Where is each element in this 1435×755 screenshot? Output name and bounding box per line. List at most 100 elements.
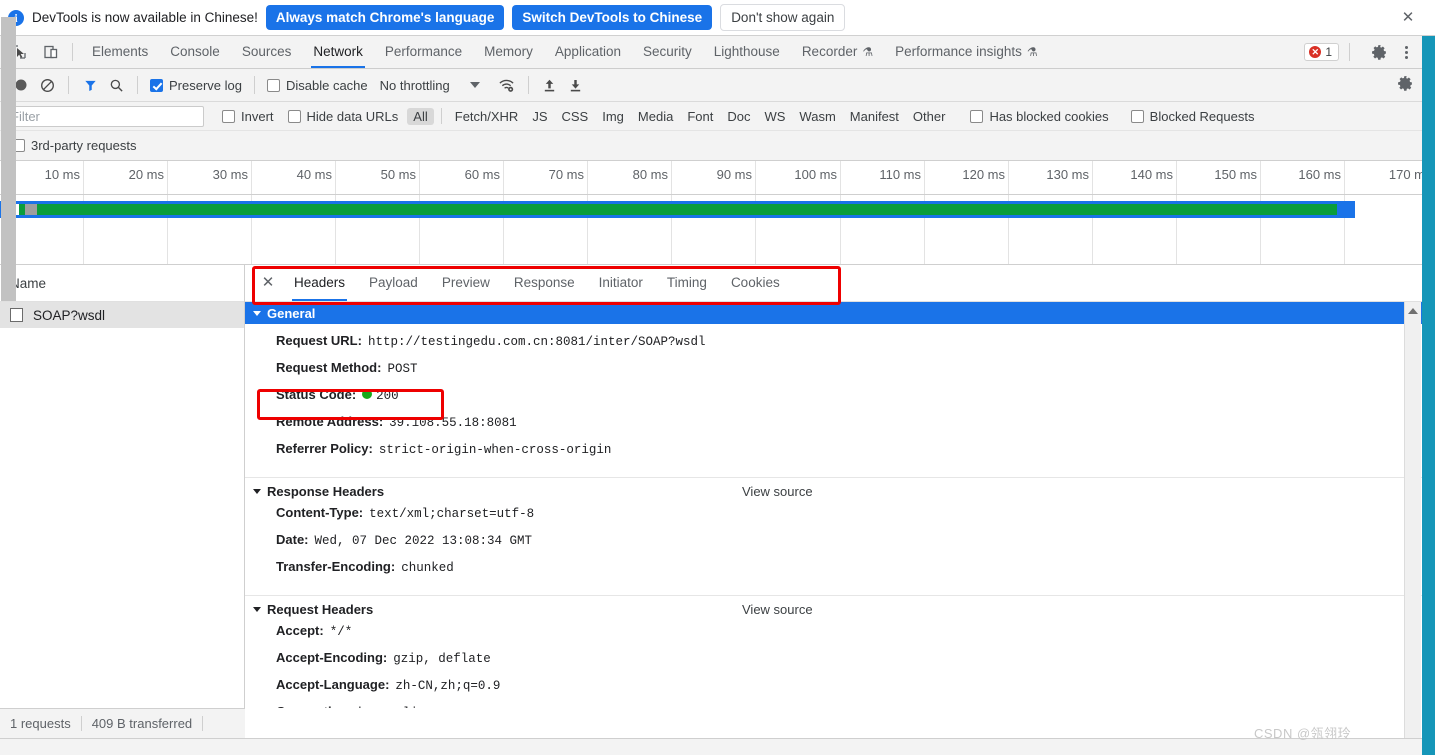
tab-lighthouse[interactable]: Lighthouse (703, 36, 791, 68)
clear-network-log-icon[interactable] (34, 72, 60, 98)
header-key: Accept-Language: (276, 677, 390, 692)
header-row-status-code: Status Code: 200 (245, 387, 1422, 414)
timeline-tick-label: 170 m (1388, 167, 1422, 182)
filter-type-img[interactable]: Img (596, 108, 630, 125)
network-settings-gear-icon[interactable] (1397, 75, 1422, 95)
device-toolbar-icon[interactable] (38, 39, 64, 65)
filter-type-manifest[interactable]: Manifest (844, 108, 905, 125)
filter-type-wasm[interactable]: Wasm (793, 108, 841, 125)
tab-preview[interactable]: Preview (430, 265, 502, 301)
scroll-up-arrow-icon[interactable] (1408, 308, 1418, 314)
header-key: Transfer-Encoding: (276, 559, 396, 574)
timeline-tick-label: 30 ms (212, 167, 248, 182)
filter-type-css[interactable]: CSS (556, 108, 595, 125)
header-value: 39.108.55.18:8081 (389, 416, 517, 430)
tab-timing[interactable]: Timing (655, 265, 719, 301)
always-match-language-button[interactable]: Always match Chrome's language (265, 5, 505, 30)
filter-input[interactable] (4, 105, 204, 127)
checkbox-box (287, 109, 301, 123)
tab-label: Elements (92, 44, 149, 59)
network-toolbar: Preserve log Disable cache No throttling (0, 69, 1422, 102)
filter-type-font[interactable]: Font (681, 108, 719, 125)
tab-payload[interactable]: Payload (357, 265, 430, 301)
filter-type-fetch-xhr[interactable]: Fetch/XHR (449, 108, 525, 125)
status-ok-dot-icon (362, 389, 373, 399)
scrollbar-thumb[interactable] (1, 17, 16, 301)
filter-type-js[interactable]: JS (526, 108, 553, 125)
tab-elements[interactable]: Elements (81, 36, 159, 68)
timeline-tick-label: 50 ms (380, 167, 416, 182)
tab-label: Lighthouse (713, 44, 780, 59)
tab-cookies[interactable]: Cookies (719, 265, 792, 301)
tab-console[interactable]: Console (159, 36, 231, 68)
invert-checkbox[interactable]: Invert (222, 109, 274, 124)
header-key: Request URL: (276, 333, 362, 348)
timeline-tick-label: 120 ms (962, 167, 1005, 182)
timeline-tick-label: 20 ms (128, 167, 164, 182)
tab-recorder[interactable]: Recorder ⚗ (791, 36, 884, 68)
name-column-header[interactable]: Name (0, 265, 244, 302)
tab-security[interactable]: Security (632, 36, 703, 68)
chevron-down-icon[interactable] (469, 82, 480, 88)
header-key: Remote Address: (276, 414, 384, 429)
blocked-requests-checkbox[interactable]: Blocked Requests (1130, 108, 1255, 124)
tab-application[interactable]: Application (544, 36, 632, 68)
table-row[interactable]: SOAP?wsdl (0, 302, 244, 328)
disable-cache-checkbox[interactable]: Disable cache (266, 78, 368, 93)
view-source-link[interactable]: View source (742, 602, 813, 617)
filter-type-all[interactable]: All (407, 107, 434, 125)
tab-performance[interactable]: Performance (374, 36, 473, 68)
filter-type-doc[interactable]: Doc (721, 108, 756, 125)
tab-initiator[interactable]: Initiator (587, 265, 655, 301)
console-drawer-strip[interactable] (0, 738, 1422, 755)
import-har-icon[interactable] (537, 72, 563, 98)
error-count-badge[interactable]: ✕ 1 (1304, 43, 1339, 61)
toolbar-divider (72, 43, 73, 61)
switch-to-chinese-button[interactable]: Switch DevTools to Chinese (512, 5, 713, 30)
header-row: Date: Wed, 07 Dec 2022 13:08:34 GMT (245, 532, 1422, 559)
preserve-log-checkbox[interactable]: Preserve log (150, 78, 242, 93)
filter-type-media[interactable]: Media (632, 108, 679, 125)
tab-sources[interactable]: Sources (231, 36, 303, 68)
tab-response[interactable]: Response (502, 265, 587, 301)
toolbar-divider (527, 76, 529, 94)
section-header-general[interactable]: General (245, 302, 1422, 324)
third-party-requests-label: 3rd-party requests (31, 138, 137, 153)
tab-label: Network (313, 44, 363, 59)
search-icon[interactable] (103, 72, 129, 98)
dont-show-again-button[interactable]: Don't show again (720, 4, 846, 31)
language-notification-bar: i DevTools is now available in Chinese! … (0, 0, 1435, 36)
timeline-tick-label: 80 ms (632, 167, 668, 182)
section-header-request-headers[interactable]: Request Headers View source (245, 595, 1422, 623)
detail-vertical-scrollbar[interactable] (1404, 302, 1421, 755)
kebab-menu-icon[interactable] (1394, 40, 1418, 64)
close-icon[interactable]: ✕ (254, 269, 282, 297)
close-icon[interactable]: ✕ (1399, 9, 1417, 27)
toolbar-divider (68, 76, 69, 94)
filter-type-ws[interactable]: WS (758, 108, 791, 125)
filter-type-other[interactable]: Other (907, 108, 952, 125)
blocked-requests-label: Blocked Requests (1149, 108, 1255, 124)
view-source-link[interactable]: View source (742, 484, 813, 499)
section-title: General (267, 305, 316, 321)
third-party-requests-checkbox[interactable]: 3rd-party requests (12, 138, 137, 153)
header-row: Accept-Encoding: gzip, deflate (245, 650, 1422, 677)
has-blocked-cookies-checkbox[interactable]: Has blocked cookies (970, 109, 1109, 124)
hide-data-urls-checkbox[interactable]: Hide data URLs (287, 109, 398, 124)
tab-headers[interactable]: Headers (282, 265, 357, 301)
transferred-size-label: 409 B transferred (91, 716, 193, 731)
filter-funnel-icon[interactable] (77, 72, 103, 98)
section-header-response-headers[interactable]: Response Headers View source (245, 477, 1422, 505)
tab-memory[interactable]: Memory (473, 36, 544, 68)
tab-performance-insights[interactable]: Performance insights ⚗ (884, 36, 1049, 68)
throttling-select[interactable]: No throttling (380, 78, 450, 93)
network-conditions-icon[interactable] (494, 72, 520, 98)
gear-icon[interactable] (1366, 39, 1392, 65)
tabbar-right-group: ✕ 1 (1304, 39, 1422, 65)
timeline-tick-label: 100 ms (794, 167, 837, 182)
export-har-icon[interactable] (563, 72, 589, 98)
tab-network[interactable]: Network (302, 36, 374, 68)
timeline-tick-label: 60 ms (464, 167, 500, 182)
tab-label: Recorder (801, 44, 858, 59)
header-key: Status Code: (276, 387, 357, 402)
